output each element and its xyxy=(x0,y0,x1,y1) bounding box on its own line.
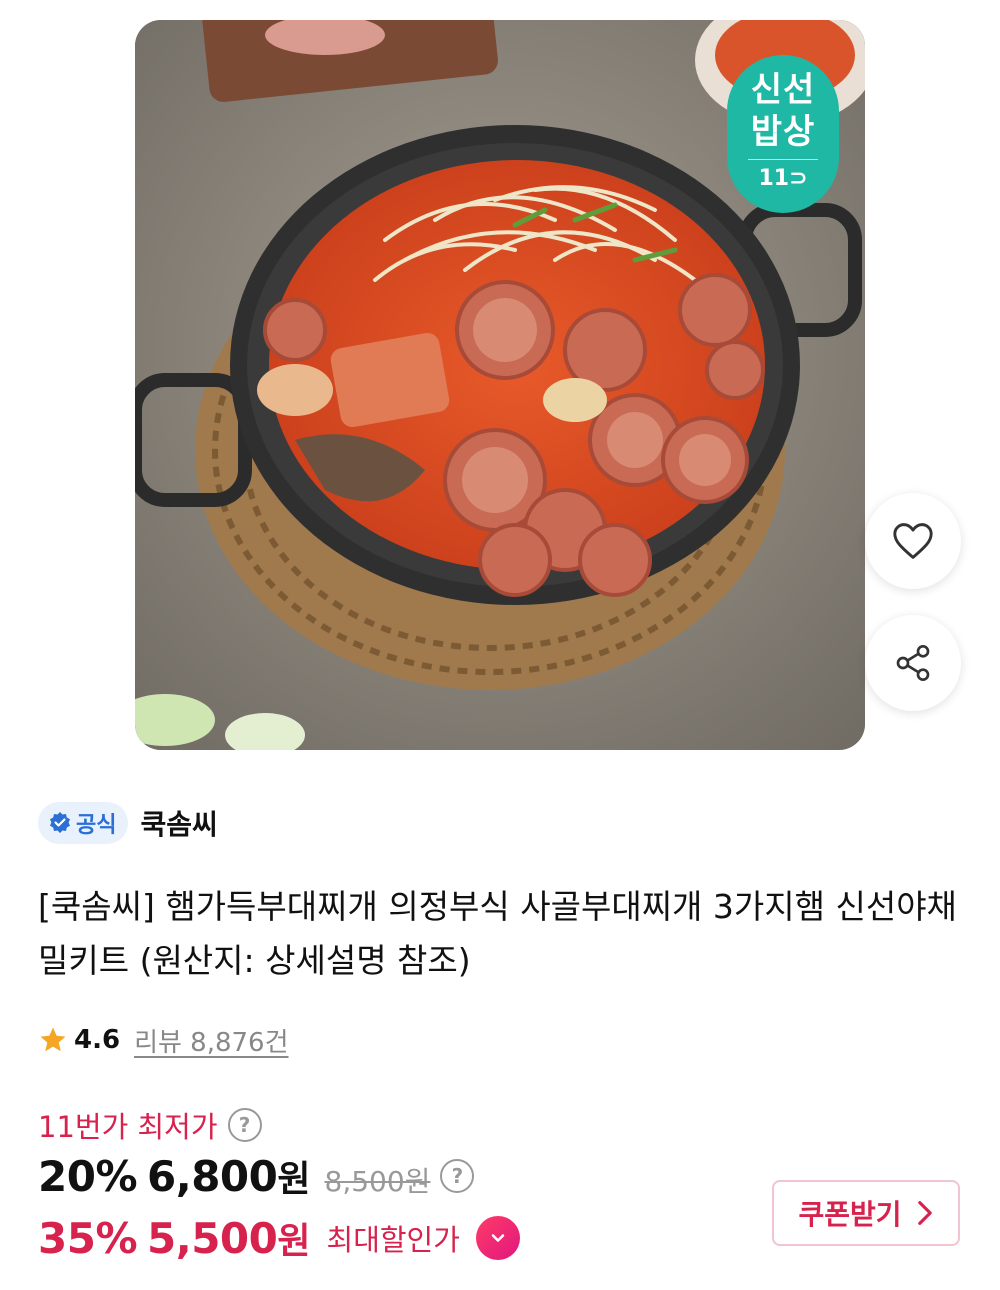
lowest-price-row: 11번가 최저가 ? xyxy=(38,1103,262,1147)
coupon-label: 쿠폰받기 xyxy=(798,1198,902,1231)
sale-price: 6,800원 xyxy=(147,1150,310,1202)
seller-name-link[interactable]: 쿡솜씨 xyxy=(140,803,217,843)
like-button[interactable] xyxy=(865,493,961,589)
arrow-logo-icon: ⊃ xyxy=(789,166,808,191)
expand-discount-button[interactable] xyxy=(475,1216,520,1260)
star-icon xyxy=(40,1027,66,1052)
verified-check-icon xyxy=(50,812,70,833)
help-icon[interactable]: ? xyxy=(227,1108,262,1142)
review-count-link[interactable]: 리뷰 8,876건 xyxy=(134,1022,288,1059)
badge-line-1: 신선 xyxy=(750,70,816,110)
chevron-right-icon xyxy=(917,1201,932,1225)
heart-outline-icon xyxy=(893,523,933,559)
badge-brand-text: 11 xyxy=(758,166,790,191)
product-title: [쿡솜씨] 햄가득부대찌개 의정부식 사골부대찌개 3가지햄 신선야채 밀키트 … xyxy=(38,887,957,980)
max-discount-rate: 35% xyxy=(38,1213,138,1263)
lowest-price-label: 11번가 최저가 xyxy=(38,1110,218,1144)
price-help-icon[interactable]: ? xyxy=(440,1159,475,1193)
max-discount-label: 최대할인가 xyxy=(326,1223,460,1257)
max-discount-price: 5,500원 xyxy=(147,1212,310,1264)
chevron-down-icon xyxy=(491,1234,505,1242)
max-discount-price-value: 5,500 xyxy=(147,1214,278,1263)
badge-brand: 11⊃ xyxy=(758,166,807,192)
badge-line-2: 밥상 xyxy=(750,112,816,152)
original-price: 8,500원 xyxy=(324,1165,431,1198)
product-image[interactable]: 신선 밥상 11⊃ xyxy=(135,20,865,750)
sale-price-unit: 원 xyxy=(277,1159,311,1200)
max-discount-price-unit: 원 xyxy=(277,1221,311,1262)
fresh-table-badge[interactable]: 신선 밥상 11⊃ xyxy=(727,55,839,213)
share-button[interactable] xyxy=(865,615,961,711)
price-row-sale: 20% 6,800원 8,500원 ? xyxy=(38,1150,475,1202)
rating-row: 4.6 리뷰 8,876건 xyxy=(38,1020,289,1060)
official-badge: 공식 xyxy=(38,802,129,844)
rating-score: 4.6 xyxy=(74,1025,121,1055)
badge-divider xyxy=(748,159,818,160)
seller-row: 공식 쿡솜씨 xyxy=(38,800,218,846)
sale-price-value: 6,800 xyxy=(147,1152,278,1201)
share-icon xyxy=(896,645,930,681)
get-coupon-button[interactable]: 쿠폰받기 xyxy=(772,1180,960,1246)
official-label: 공식 xyxy=(76,813,117,838)
discount-rate: 20% xyxy=(38,1152,138,1201)
price-row-max-discount: 35% 5,500원 최대할인가 xyxy=(38,1212,520,1264)
